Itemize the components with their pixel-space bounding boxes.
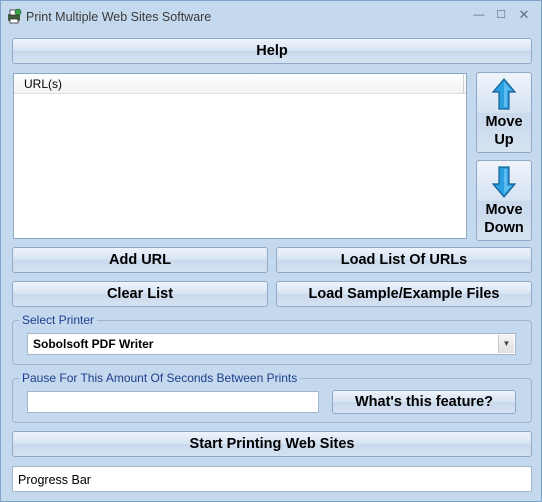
move-down-label-1: Move [485,201,523,218]
progress-bar: Progress Bar [12,466,532,492]
pause-group-label: Pause For This Amount Of Seconds Between… [19,371,301,385]
load-sample-button[interactable]: Load Sample/Example Files [276,281,532,307]
move-up-label-1: Move [485,113,523,130]
help-button[interactable]: Help [12,38,532,64]
whats-this-feature-button[interactable]: What's this feature? [332,390,516,414]
maximize-button[interactable]: ☐ [490,5,512,25]
url-column-header[interactable]: URL(s) [14,74,464,94]
arrow-down-icon [491,165,517,198]
minimize-button[interactable]: — [468,5,490,25]
progress-bar-label: Progress Bar [18,473,91,487]
start-printing-button[interactable]: Start Printing Web Sites [12,431,532,457]
printer-select-value: Sobolsoft PDF Writer [33,337,154,351]
printer-group-label: Select Printer [19,313,98,327]
move-up-button[interactable]: Move Up [476,72,532,153]
move-down-label-2: Down [484,219,524,236]
clear-list-button[interactable]: Clear List [12,281,268,307]
list-header: URL(s) [14,74,466,94]
arrow-up-icon [491,77,517,110]
add-url-button[interactable]: Add URL [12,247,268,273]
chevron-down-icon[interactable]: ▼ [498,335,514,353]
window-title: Print Multiple Web Sites Software [26,10,212,24]
title-bar: Print Multiple Web Sites Software — ☐ ✕ [1,1,541,32]
pause-seconds-input[interactable] [27,391,319,413]
move-up-label-2: Up [494,131,514,148]
app-window: Print Multiple Web Sites Software — ☐ ✕ … [0,0,542,502]
printer-select[interactable]: Sobolsoft PDF Writer ▼ [27,333,516,355]
move-down-button[interactable]: Move Down [476,160,532,241]
close-button[interactable]: ✕ [513,5,535,25]
load-list-button[interactable]: Load List Of URLs [276,247,532,273]
url-list[interactable]: URL(s) [13,73,467,239]
printer-globe-icon [8,8,22,24]
